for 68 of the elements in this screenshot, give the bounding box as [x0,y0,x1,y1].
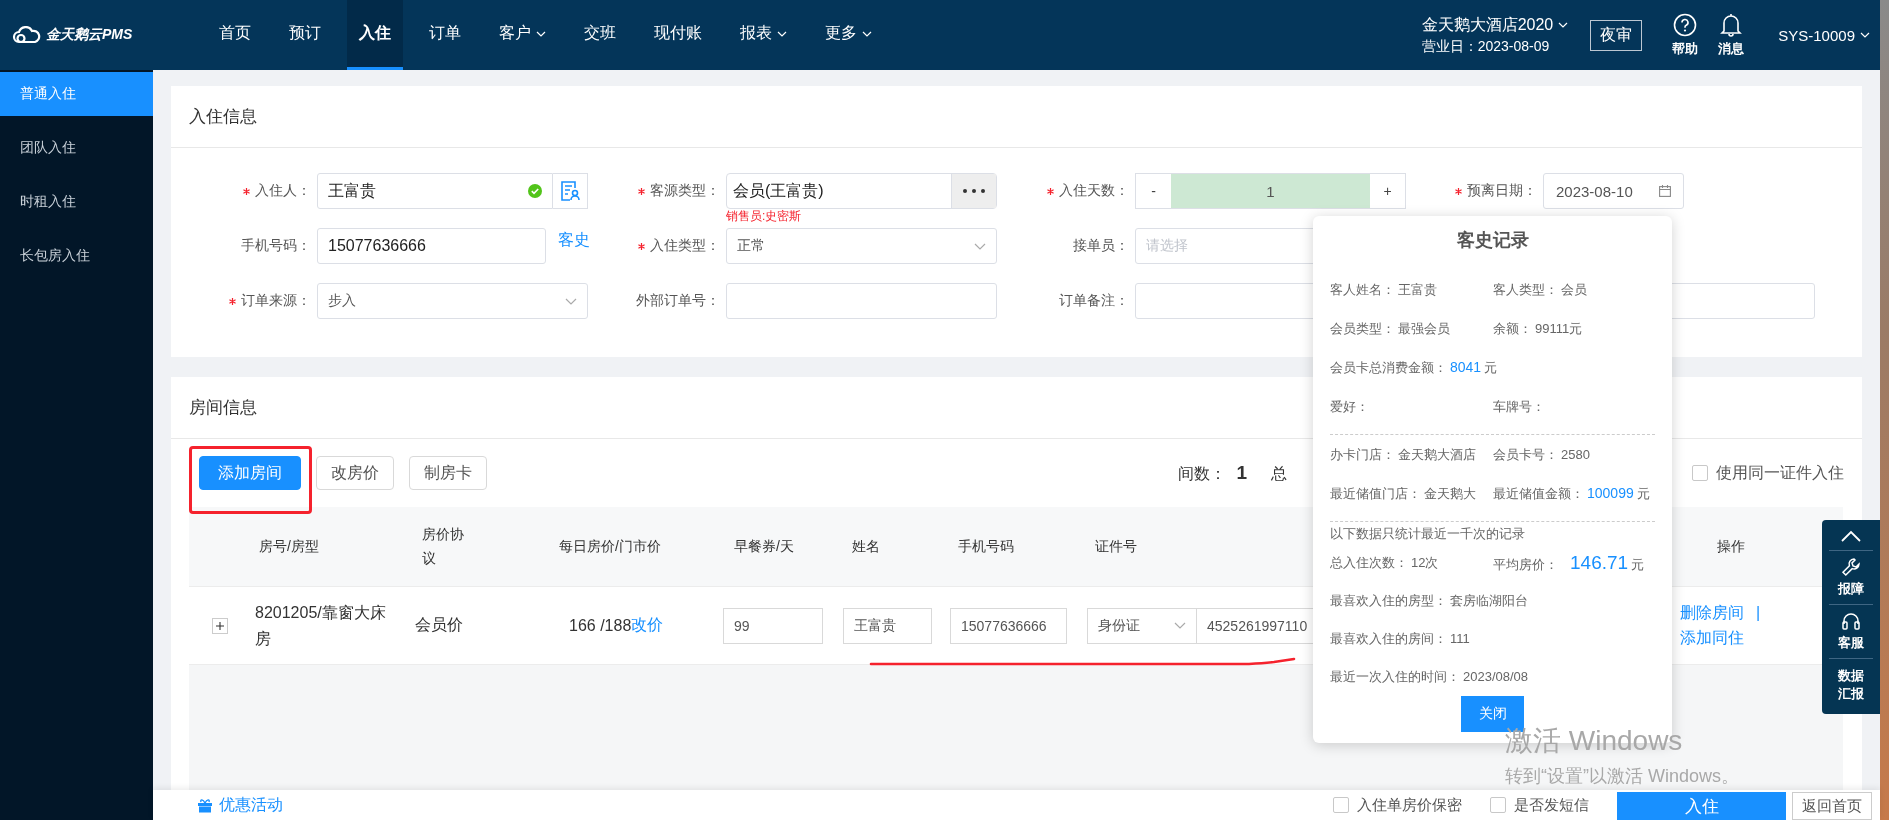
column-header: 证件号 [1095,537,1137,556]
column-header: 房号/房型 [259,537,319,556]
section-title: 入住信息 [189,106,257,128]
field-label: 入住人： [243,182,311,200]
column-header: 姓名 [852,537,880,556]
unit-label: 元 [1484,358,1498,377]
section-title: 房间信息 [189,397,257,419]
info-label: 爱好： [1330,397,1369,416]
info-note: 以下数据只统计最近一千次的记录 [1330,525,1526,543]
table-cell: 166 /188 [569,616,632,635]
column-header: 每日房价/门市价 [559,537,661,556]
field-label: 客源类型： [638,182,720,200]
info-value: 12次 [1411,554,1439,572]
column-header: 早餐券/天 [734,537,794,556]
info-label: 最近储值金额： [1493,484,1584,503]
column-header: 手机号码 [958,537,1014,556]
info-label: 会员类型： [1330,319,1395,338]
info-label: 车牌号： [1493,397,1545,416]
info-value: 111 [1450,631,1470,646]
info-value: 最强会员 [1398,319,1450,338]
checkbox-label: 使用同一证件入住 [1716,462,1844,483]
info-label: 最近一次入住的时间： [1330,668,1460,686]
info-label: 客人姓名： [1330,280,1395,299]
brand-name: 金天鹅云PMS [46,26,133,44]
info-value: 2023/08/08 [1463,669,1529,684]
room-count-label: 间数： [1178,463,1227,484]
business-date: 营业日：2023-08-09 [1421,37,1551,56]
info-value: 146.71 [1570,552,1629,574]
info-value: 会员 [1561,280,1587,299]
info-value: 金天鹅大 [1424,484,1476,503]
info-value: 2580 [1561,446,1590,462]
popup-title: 客史记录 [1455,230,1530,252]
table-cell-text: 8201205/靠窗大床房 [255,602,387,649]
info-value: 金天鹅大酒店 [1398,445,1476,464]
info-value: 套房临湖阳台 [1450,592,1528,610]
room-count: 1 [1236,461,1247,484]
info-label: 会员卡总消费金额： [1330,358,1447,377]
field-label: 接单员： [1073,237,1129,255]
column-header: 房价协议 [422,524,465,568]
info-label: 最近储值门店： [1330,484,1421,503]
info-value: 8041 [1450,358,1482,375]
separator: | [1756,604,1761,622]
column-header: 操作 [1717,537,1745,556]
info-label: 办卡门店： [1330,445,1395,464]
info-label: 最喜欢入住的房型： [1330,592,1447,610]
field-label: 预离日期： [1455,182,1537,200]
info-label: 平均房价： [1493,556,1558,574]
table-cell-text: 会员价 [415,615,463,635]
total-label: 总 [1271,463,1287,484]
field-label: 订单来源： [229,292,311,310]
checkbox-label: 是否发短信 [1514,795,1589,815]
info-value: 99111元 [1535,319,1583,338]
unit-label: 元 [1631,556,1645,574]
info-value: 王富贵 [1398,280,1437,299]
info-label: 余额： [1493,319,1532,338]
field-label: 入住类型： [638,237,720,255]
info-label: 会员卡号： [1493,445,1558,464]
info-label: 客人类型： [1493,280,1558,299]
field-label: 外部订单号： [636,292,720,310]
checkbox-label: 入住单房价保密 [1357,795,1462,815]
field-label: 入住天数： [1047,182,1129,200]
field-label: 手机号码： [241,237,311,255]
activation-notice-hint: 转到“设置”以激活 Windows。 [1505,765,1739,788]
info-value: 100099 [1587,484,1634,501]
field-label: 订单备注： [1059,292,1129,310]
info-label: 总入住次数： [1330,554,1408,572]
salesperson-note: 销售员:史密斯 [726,208,802,225]
unit-label: 元 [1636,484,1650,503]
